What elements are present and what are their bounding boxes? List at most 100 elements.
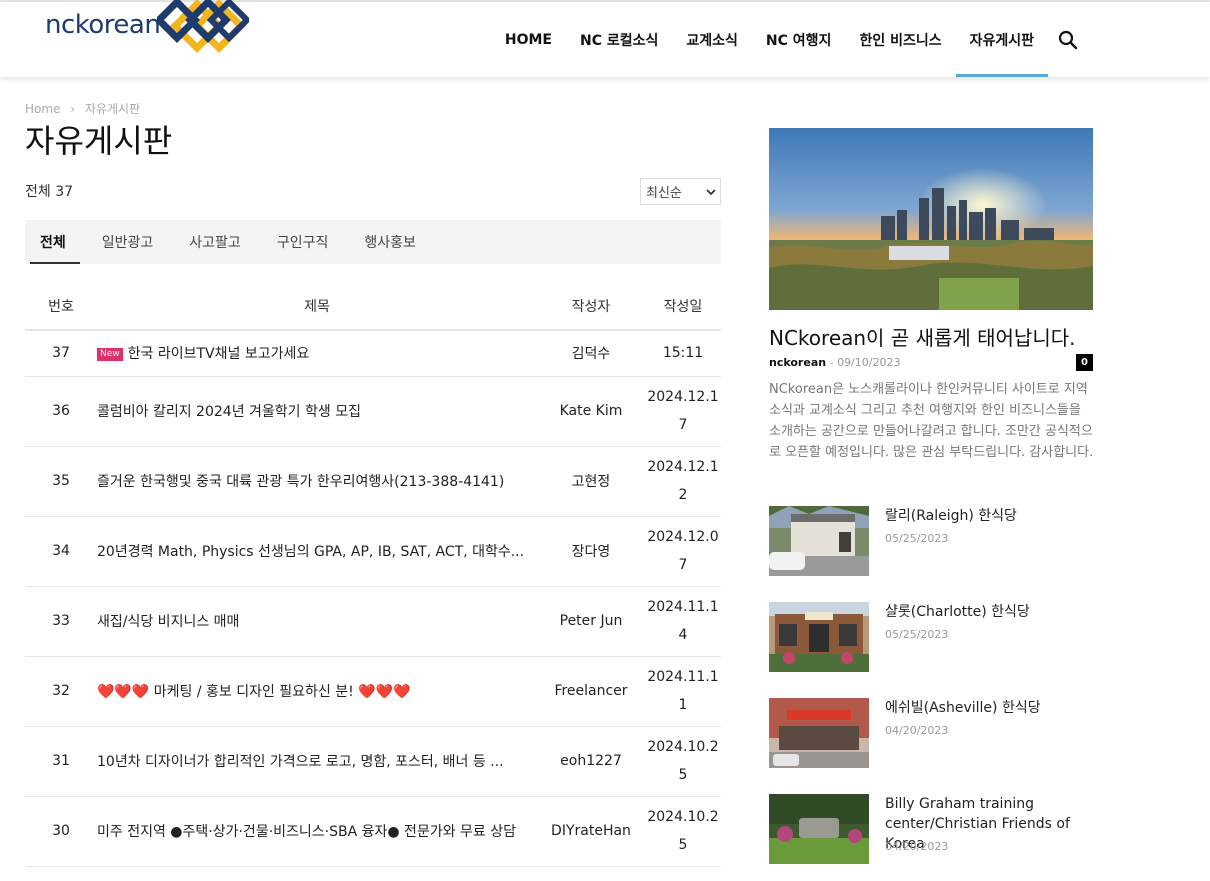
logo-diamond-icon — [157, 0, 249, 53]
garden-sign-photo-image — [769, 794, 869, 864]
row-author: 고현정 — [537, 446, 645, 517]
row-number: 37 — [25, 330, 97, 377]
row-author: Kate Kim — [537, 376, 645, 447]
row-date: 2024.12.17 — [645, 376, 721, 447]
featured-post-author[interactable]: nckorean — [769, 356, 826, 369]
nav-item-nc-local-news[interactable]: NC 로컬소식 — [566, 2, 672, 77]
featured-post-excerpt: NCkorean은 노스캐롤라이나 한인커뮤니티 사이트로 지역소식과 교계소식… — [769, 382, 1094, 460]
row-number: 30 — [25, 796, 97, 867]
row-number: 34 — [25, 516, 97, 587]
row-date: 2024.11.14 — [645, 586, 721, 657]
table-row: 32 ❤️❤️❤️ 마케팅 / 홍보 디자인 필요하신 분! ❤️❤️❤️ Fr… — [25, 656, 721, 727]
table-row: 37 New 한국 라이브TV채널 보고가세요 김덕수 15:11 — [25, 330, 721, 377]
new-badge: New — [97, 348, 123, 362]
side-post-date: 05/25/2023 — [885, 628, 949, 641]
search-icon — [1058, 30, 1078, 49]
row-author: DIYrateHan — [537, 796, 645, 867]
row-author: Peter Jun — [537, 586, 645, 657]
side-post-date: 04/20/2023 — [885, 840, 949, 853]
sort-selected-value: 최신순 — [646, 186, 682, 201]
page-title: 자유게시판 — [25, 122, 173, 160]
restaurant-photo-image — [769, 602, 869, 672]
side-post[interactable]: 에쉬빌(Asheville) 한식당 04/20/2023 — [769, 698, 1099, 768]
side-post-title[interactable]: 에쉬빌(Asheville) 한식당 — [885, 698, 1099, 718]
row-title-link[interactable]: 즐거운 한국행및 중국 대륙 관광 특가 한우리여행사(213-388-4141… — [97, 446, 537, 517]
restaurant-photo-image — [769, 506, 869, 576]
row-date: 2024.10.25 — [645, 726, 721, 797]
breadcrumb-separator: › — [70, 102, 76, 116]
total-count: 전체 37 — [25, 184, 74, 200]
table-row: 33 새집/식당 비지니스 매매 Peter Jun 2024.11.14 — [25, 586, 721, 657]
nav-item-free-board[interactable]: 자유게시판 — [955, 2, 1049, 77]
restaurant-photo-image — [769, 698, 869, 768]
row-date: 15:11 — [645, 330, 721, 377]
table-row: 35 즐거운 한국행및 중국 대륙 관광 특가 한우리여행사(213-388-4… — [25, 446, 721, 517]
side-post-title[interactable]: 샬롯(Charlotte) 한식당 — [885, 602, 1099, 622]
breadcrumb: Home › 자유게시판 — [25, 100, 146, 117]
row-number: 31 — [25, 726, 97, 797]
row-title-link[interactable]: ❤️❤️❤️ 마케팅 / 홍보 디자인 필요하신 분! ❤️❤️❤️ — [97, 656, 537, 727]
search-button[interactable] — [1048, 2, 1088, 77]
main-nav: HOME NC 로컬소식 교계소식 NC 여행지 한인 비즈니스 자유게시판 — [491, 2, 1210, 77]
featured-post-meta: nckorean - 09/10/2023 — [769, 356, 900, 369]
row-title-link[interactable]: 미주 전지역 ●주택·상가·건물·비즈니스·SBA 융자● 전문가와 무료 상담 — [97, 796, 537, 867]
row-title-link[interactable]: 콜럼비아 칼리지 2024년 겨울학기 학생 모집 — [97, 376, 537, 447]
side-post[interactable]: Billy Graham training center/Christian F… — [769, 794, 1099, 864]
tab-general-ads[interactable]: 일반광고 — [87, 220, 169, 264]
side-post-title[interactable]: 랄리(Raleigh) 한식당 — [885, 506, 1099, 526]
nav-item-home[interactable]: HOME — [491, 2, 566, 77]
row-title-link[interactable]: 10년차 디자이너가 합리적인 가격으로 로고, 명함, 포스터, 배너 등 .… — [97, 726, 537, 797]
row-date: 2024.12.12 — [645, 446, 721, 517]
side-post[interactable]: 샬롯(Charlotte) 한식당 05/25/2023 — [769, 602, 1099, 672]
comment-count-badge[interactable]: 0 — [1076, 354, 1093, 371]
row-number: 35 — [25, 446, 97, 517]
row-title-link[interactable]: New 한국 라이브TV채널 보고가세요 — [97, 330, 537, 377]
side-post-thumbnail[interactable] — [769, 602, 869, 672]
nav-item-church-news[interactable]: 교계소식 — [672, 2, 752, 77]
row-number: 36 — [25, 376, 97, 447]
side-post-thumbnail[interactable] — [769, 794, 869, 864]
tab-events[interactable]: 행사홍보 — [349, 220, 431, 264]
row-date: 2024.10.25 — [645, 796, 721, 867]
nav-item-korean-business[interactable]: 한인 비즈니스 — [845, 2, 955, 77]
tab-buy-sell[interactable]: 사고팔고 — [174, 220, 256, 264]
row-number: 33 — [25, 586, 97, 657]
table-row: 36 콜럼비아 칼리지 2024년 겨울학기 학생 모집 Kate Kim 20… — [25, 376, 721, 447]
table-header-row: 번호 제목 작성자 작성일 — [25, 282, 721, 331]
tab-all[interactable]: 전체 — [25, 220, 81, 264]
row-title: 한국 라이브TV채널 보고가세요 — [127, 346, 310, 363]
row-date: 2024.11.11 — [645, 656, 721, 727]
side-post-date: 04/20/2023 — [885, 724, 949, 737]
tab-jobs[interactable]: 구인구직 — [262, 220, 344, 264]
board-table: 번호 제목 작성자 작성일 37 New 한국 라이브TV채널 보고가세요 김덕수… — [25, 282, 721, 867]
breadcrumb-home[interactable]: Home — [25, 102, 60, 116]
column-header-author: 작성자 — [537, 282, 645, 331]
column-header-title: 제목 — [97, 282, 537, 331]
side-post-date: 05/25/2023 — [885, 532, 949, 545]
sort-select[interactable]: 최신순 — [640, 178, 721, 205]
row-number: 32 — [25, 656, 97, 727]
row-author: 김덕수 — [537, 330, 645, 377]
side-post[interactable]: 랄리(Raleigh) 한식당 05/25/2023 — [769, 506, 1099, 576]
table-row: 34 20년경력 Math, Physics 선생님의 GPA, AP, IB,… — [25, 516, 721, 587]
featured-post-title[interactable]: NCkorean이 곧 새롭게 태어납니다. — [769, 322, 1075, 351]
side-post-thumbnail[interactable] — [769, 506, 869, 576]
meta-separator: - — [829, 356, 834, 369]
breadcrumb-current: 자유게시판 — [84, 102, 141, 116]
nav-item-nc-travel[interactable]: NC 여행지 — [752, 2, 846, 77]
table-row: 31 10년차 디자이너가 합리적인 가격으로 로고, 명함, 포스터, 배너 … — [25, 726, 721, 797]
row-author: eoh1227 — [537, 726, 645, 797]
column-header-date: 작성일 — [645, 282, 721, 331]
site-header: nckorean HOME NC 로컬소식 교계소식 NC 여행지 한인 비즈니… — [0, 0, 1210, 77]
city-skyline-image — [769, 128, 1093, 310]
chevron-down-icon — [706, 189, 716, 196]
logo-text: nckorean — [45, 10, 161, 40]
side-post-thumbnail[interactable] — [769, 698, 869, 768]
column-header-no: 번호 — [25, 282, 97, 331]
row-title-link[interactable]: 20년경력 Math, Physics 선생님의 GPA, AP, IB, SA… — [97, 516, 537, 587]
category-tabs: 전체 일반광고 사고팔고 구인구직 행사홍보 — [25, 220, 721, 264]
featured-post-image[interactable] — [769, 128, 1093, 310]
featured-post-date: 09/10/2023 — [837, 356, 901, 369]
table-row: 30 미주 전지역 ●주택·상가·건물·비즈니스·SBA 융자● 전문가와 무료… — [25, 796, 721, 867]
row-title-link[interactable]: 새집/식당 비지니스 매매 — [97, 586, 537, 657]
